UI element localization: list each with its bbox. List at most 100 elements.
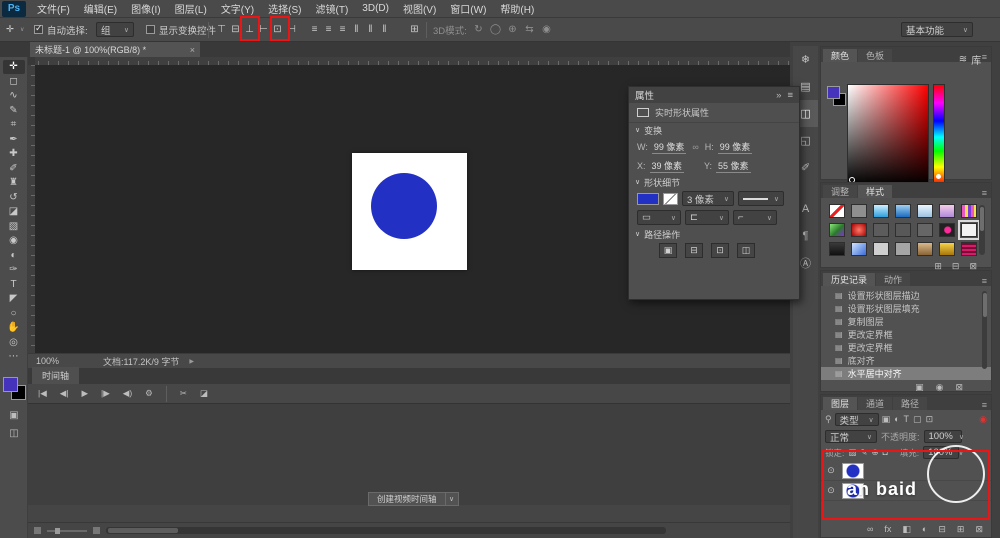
- panel-menu-icon[interactable]: ≡: [982, 276, 991, 286]
- collapse-panel-icon[interactable]: »: [776, 90, 781, 101]
- style-swatch[interactable]: [939, 223, 955, 237]
- libraries-dock[interactable]: ≋ 库: [948, 46, 992, 72]
- distribute-horizontal-centers-button[interactable]: ‖: [364, 21, 377, 38]
- menu-item[interactable]: 选择(S): [261, 0, 308, 18]
- panel-menu-icon[interactable]: ≡: [982, 400, 991, 410]
- style-swatch[interactable]: [873, 223, 889, 237]
- style-swatch[interactable]: [917, 242, 933, 256]
- blue-circle-shape[interactable]: [371, 173, 437, 239]
- menu-item[interactable]: 帮助(H): [493, 0, 541, 18]
- timeline-tab[interactable]: 时间轴: [32, 367, 80, 384]
- style-swatch[interactable]: [895, 242, 911, 256]
- zoom-tool[interactable]: ◎: [3, 336, 25, 350]
- timeline-scrollbar[interactable]: [106, 527, 666, 534]
- width-field[interactable]: 99 像素: [651, 140, 687, 154]
- dock-icon-filters[interactable]: ❄: [793, 46, 818, 73]
- add-mask-button[interactable]: ◧: [902, 524, 911, 535]
- blur-tool[interactable]: ◉: [3, 234, 25, 248]
- 3d-slide-icon[interactable]: ⇆: [523, 21, 536, 38]
- timeline-zoom-in-icon[interactable]: [93, 527, 100, 534]
- hue-slider-marker[interactable]: [936, 174, 941, 179]
- delete-state-button[interactable]: ⊠: [955, 382, 963, 393]
- ellipse-tool[interactable]: ○: [3, 307, 25, 321]
- fill-color-swatch[interactable]: [637, 192, 659, 205]
- distribute-right-button[interactable]: ‖: [378, 21, 391, 38]
- stroke-color-swatch[interactable]: [663, 192, 678, 205]
- clone-stamp-tool[interactable]: ♜: [3, 176, 25, 190]
- filter-pixel-layers-icon[interactable]: ▣: [882, 414, 891, 425]
- menu-item[interactable]: 视图(V): [396, 0, 443, 18]
- menu-item[interactable]: 文件(F): [30, 0, 77, 18]
- lasso-tool[interactable]: ∿: [3, 89, 25, 103]
- filter-shape-layers-icon[interactable]: ▢: [913, 414, 922, 425]
- style-swatch[interactable]: [873, 204, 889, 218]
- zoom-level[interactable]: 100%: [36, 356, 59, 366]
- style-swatch[interactable]: [829, 242, 845, 256]
- menu-item[interactable]: 滤镜(T): [309, 0, 356, 18]
- hue-slider[interactable]: [933, 84, 945, 186]
- 3d-rotate-icon[interactable]: ↻: [472, 21, 485, 38]
- style-swatch[interactable]: [939, 242, 955, 256]
- new-snapshot-button[interactable]: ◉: [936, 382, 944, 393]
- eraser-tool[interactable]: ◪: [3, 205, 25, 219]
- stroke-align-dropdown[interactable]: ▭ ∨: [637, 210, 681, 225]
- 3d-roll-icon[interactable]: ◯: [489, 21, 502, 38]
- transform-section-header[interactable]: ∨ 变换: [629, 123, 799, 137]
- foreground-color-swatch[interactable]: [3, 377, 18, 392]
- link-layers-button[interactable]: ∞: [867, 524, 873, 535]
- history-scrollbar[interactable]: [982, 291, 987, 369]
- style-swatch[interactable]: [851, 223, 867, 237]
- menu-item[interactable]: 文字(Y): [214, 0, 261, 18]
- tool-preset-caret-icon[interactable]: ∨: [20, 21, 24, 38]
- brush-tool[interactable]: ✐: [3, 162, 25, 176]
- auto-select-checkbox[interactable]: [34, 23, 43, 34]
- healing-brush-tool[interactable]: ✚: [3, 147, 25, 161]
- exclude-shapes-button[interactable]: ◫: [737, 243, 755, 258]
- height-field[interactable]: 99 像素: [717, 140, 753, 154]
- screen-mode-button[interactable]: ◫: [4, 426, 24, 440]
- workspace-switcher[interactable]: 基本功能 ∨: [901, 22, 973, 37]
- intersect-shapes-button[interactable]: ⊡: [711, 243, 729, 258]
- style-swatch[interactable]: [829, 204, 845, 218]
- go-first-frame-button[interactable]: |◀: [38, 388, 47, 399]
- create-video-timeline-button[interactable]: 创建视频时间轴: [368, 492, 446, 506]
- layer-style-button[interactable]: fx: [884, 524, 891, 535]
- quick-selection-tool[interactable]: ✎: [3, 104, 25, 118]
- menu-item[interactable]: 3D(D): [355, 0, 396, 18]
- style-swatch[interactable]: [917, 223, 933, 237]
- new-layer-button[interactable]: ⊞: [957, 524, 965, 535]
- panel-menu-icon[interactable]: ≡: [982, 188, 991, 198]
- panel-menu-icon[interactable]: ≡: [787, 90, 793, 101]
- panel-foreground-swatch[interactable]: [827, 86, 840, 99]
- menu-item[interactable]: 窗口(W): [443, 0, 493, 18]
- timeline-zoom-slider[interactable]: [47, 527, 87, 534]
- stroke-corners-dropdown[interactable]: ⌐ ∨: [733, 210, 777, 225]
- timeline-settings-button[interactable]: ⚙: [145, 388, 153, 399]
- style-swatch[interactable]: [851, 204, 867, 218]
- create-timeline-dropdown[interactable]: ∨: [445, 492, 459, 506]
- styles-scrollbar[interactable]: [979, 205, 985, 255]
- distribute-vertical-centers-button[interactable]: ≡: [322, 21, 335, 38]
- marquee-tool[interactable]: ◻: [3, 75, 25, 89]
- style-swatch[interactable]: [851, 242, 867, 256]
- status-arrow-icon[interactable]: ▶: [189, 358, 194, 365]
- combine-shapes-button[interactable]: ▣: [659, 243, 677, 258]
- eyedropper-tool[interactable]: ✒: [3, 133, 25, 147]
- style-swatch[interactable]: [961, 242, 977, 256]
- distribute-bottom-button[interactable]: ≡: [336, 21, 349, 38]
- hand-tool[interactable]: ✋: [3, 321, 25, 335]
- menu-item[interactable]: 图层(L): [168, 0, 214, 18]
- play-button[interactable]: ▶: [82, 388, 89, 399]
- more-tools[interactable]: ⋯: [3, 350, 25, 364]
- crop-tool[interactable]: ⌗: [3, 118, 25, 132]
- timeline-zoom-out-icon[interactable]: [34, 527, 41, 534]
- filter-smart-objects-icon[interactable]: ⊡: [926, 414, 934, 425]
- link-wh-icon[interactable]: ∞: [692, 142, 698, 152]
- filter-type-layers-icon[interactable]: T: [904, 414, 910, 425]
- opacity-dropdown[interactable]: 100% ∨: [923, 430, 964, 443]
- close-icon[interactable]: ×: [190, 45, 195, 55]
- move-tool[interactable]: ✛: [2, 60, 25, 74]
- 3d-scale-icon[interactable]: ◉: [540, 21, 553, 38]
- align-top-edges-button[interactable]: ⊤: [215, 21, 228, 38]
- new-group-button[interactable]: ⊟: [938, 524, 946, 535]
